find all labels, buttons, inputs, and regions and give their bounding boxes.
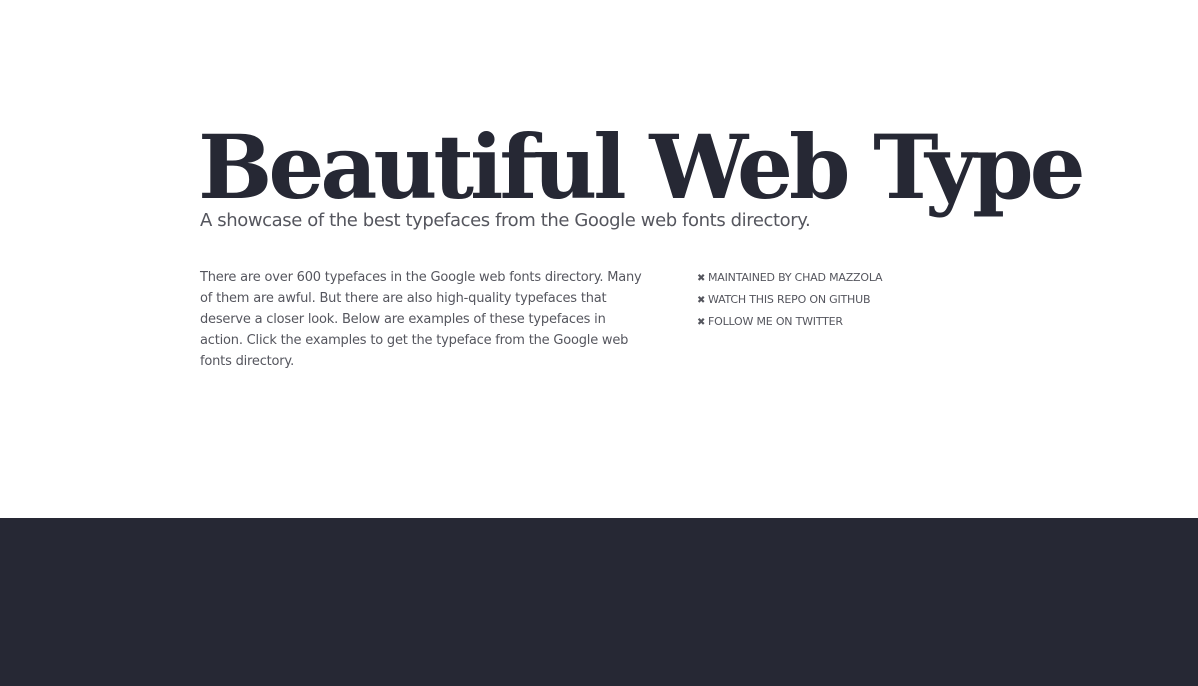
link-label: FOLLOW ME ON TWITTER <box>708 315 843 328</box>
link-label: WATCH THIS REPO ON GITHUB <box>708 293 871 306</box>
page-title: Beautiful Web Type <box>198 115 1086 219</box>
x-icon: ✖ <box>697 295 706 306</box>
x-icon: ✖ <box>697 317 706 328</box>
dark-footer-band <box>0 518 1198 686</box>
intro-paragraph: There are over 600 typefaces in the Goog… <box>200 270 642 369</box>
page-subtitle: A showcase of the best typefaces from th… <box>200 210 811 231</box>
link-twitter[interactable]: ✖ FOLLOW ME ON TWITTER <box>697 311 882 333</box>
x-icon: ✖ <box>697 273 706 284</box>
link-label: MAINTAINED BY CHAD MAZZOLA <box>708 271 883 284</box>
links-list: ✖ MAINTAINED BY CHAD MAZZOLA ✖ WATCH THIS … <box>697 267 883 333</box>
header-section: Beautiful Web Type A showcase of the bes… <box>0 0 1198 518</box>
link-maintained-by[interactable]: ✖ MAINTAINED BY CHAD MAZZOLA <box>697 267 883 289</box>
link-github-repo[interactable]: ✖ WATCH THIS REPO ON GITHUB <box>697 289 882 311</box>
